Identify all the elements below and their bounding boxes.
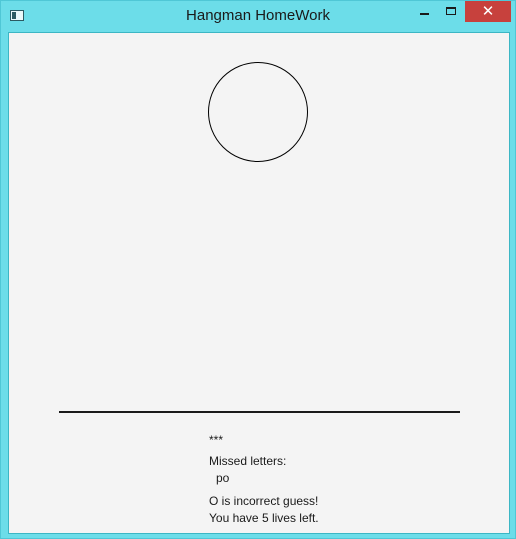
- minimize-button[interactable]: [411, 1, 438, 22]
- app-window: Hangman HomeWork ✕ *** Missed letters: p…: [0, 0, 516, 539]
- close-button[interactable]: ✕: [465, 1, 511, 22]
- title-bar[interactable]: Hangman HomeWork ✕: [1, 1, 515, 31]
- missed-letters-label: Missed letters:: [209, 454, 287, 468]
- close-icon: ✕: [481, 2, 495, 20]
- hangman-head: [208, 62, 308, 162]
- missed-letters-value: po: [216, 471, 230, 485]
- lives-remaining: You have 5 lives left.: [209, 511, 319, 525]
- gallows-base-line: [59, 411, 460, 413]
- game-canvas: *** Missed letters: po O is incorrect gu…: [8, 32, 510, 534]
- maximize-button[interactable]: [438, 1, 465, 22]
- word-mask: ***: [209, 433, 224, 447]
- guess-feedback: O is incorrect guess!: [209, 494, 319, 508]
